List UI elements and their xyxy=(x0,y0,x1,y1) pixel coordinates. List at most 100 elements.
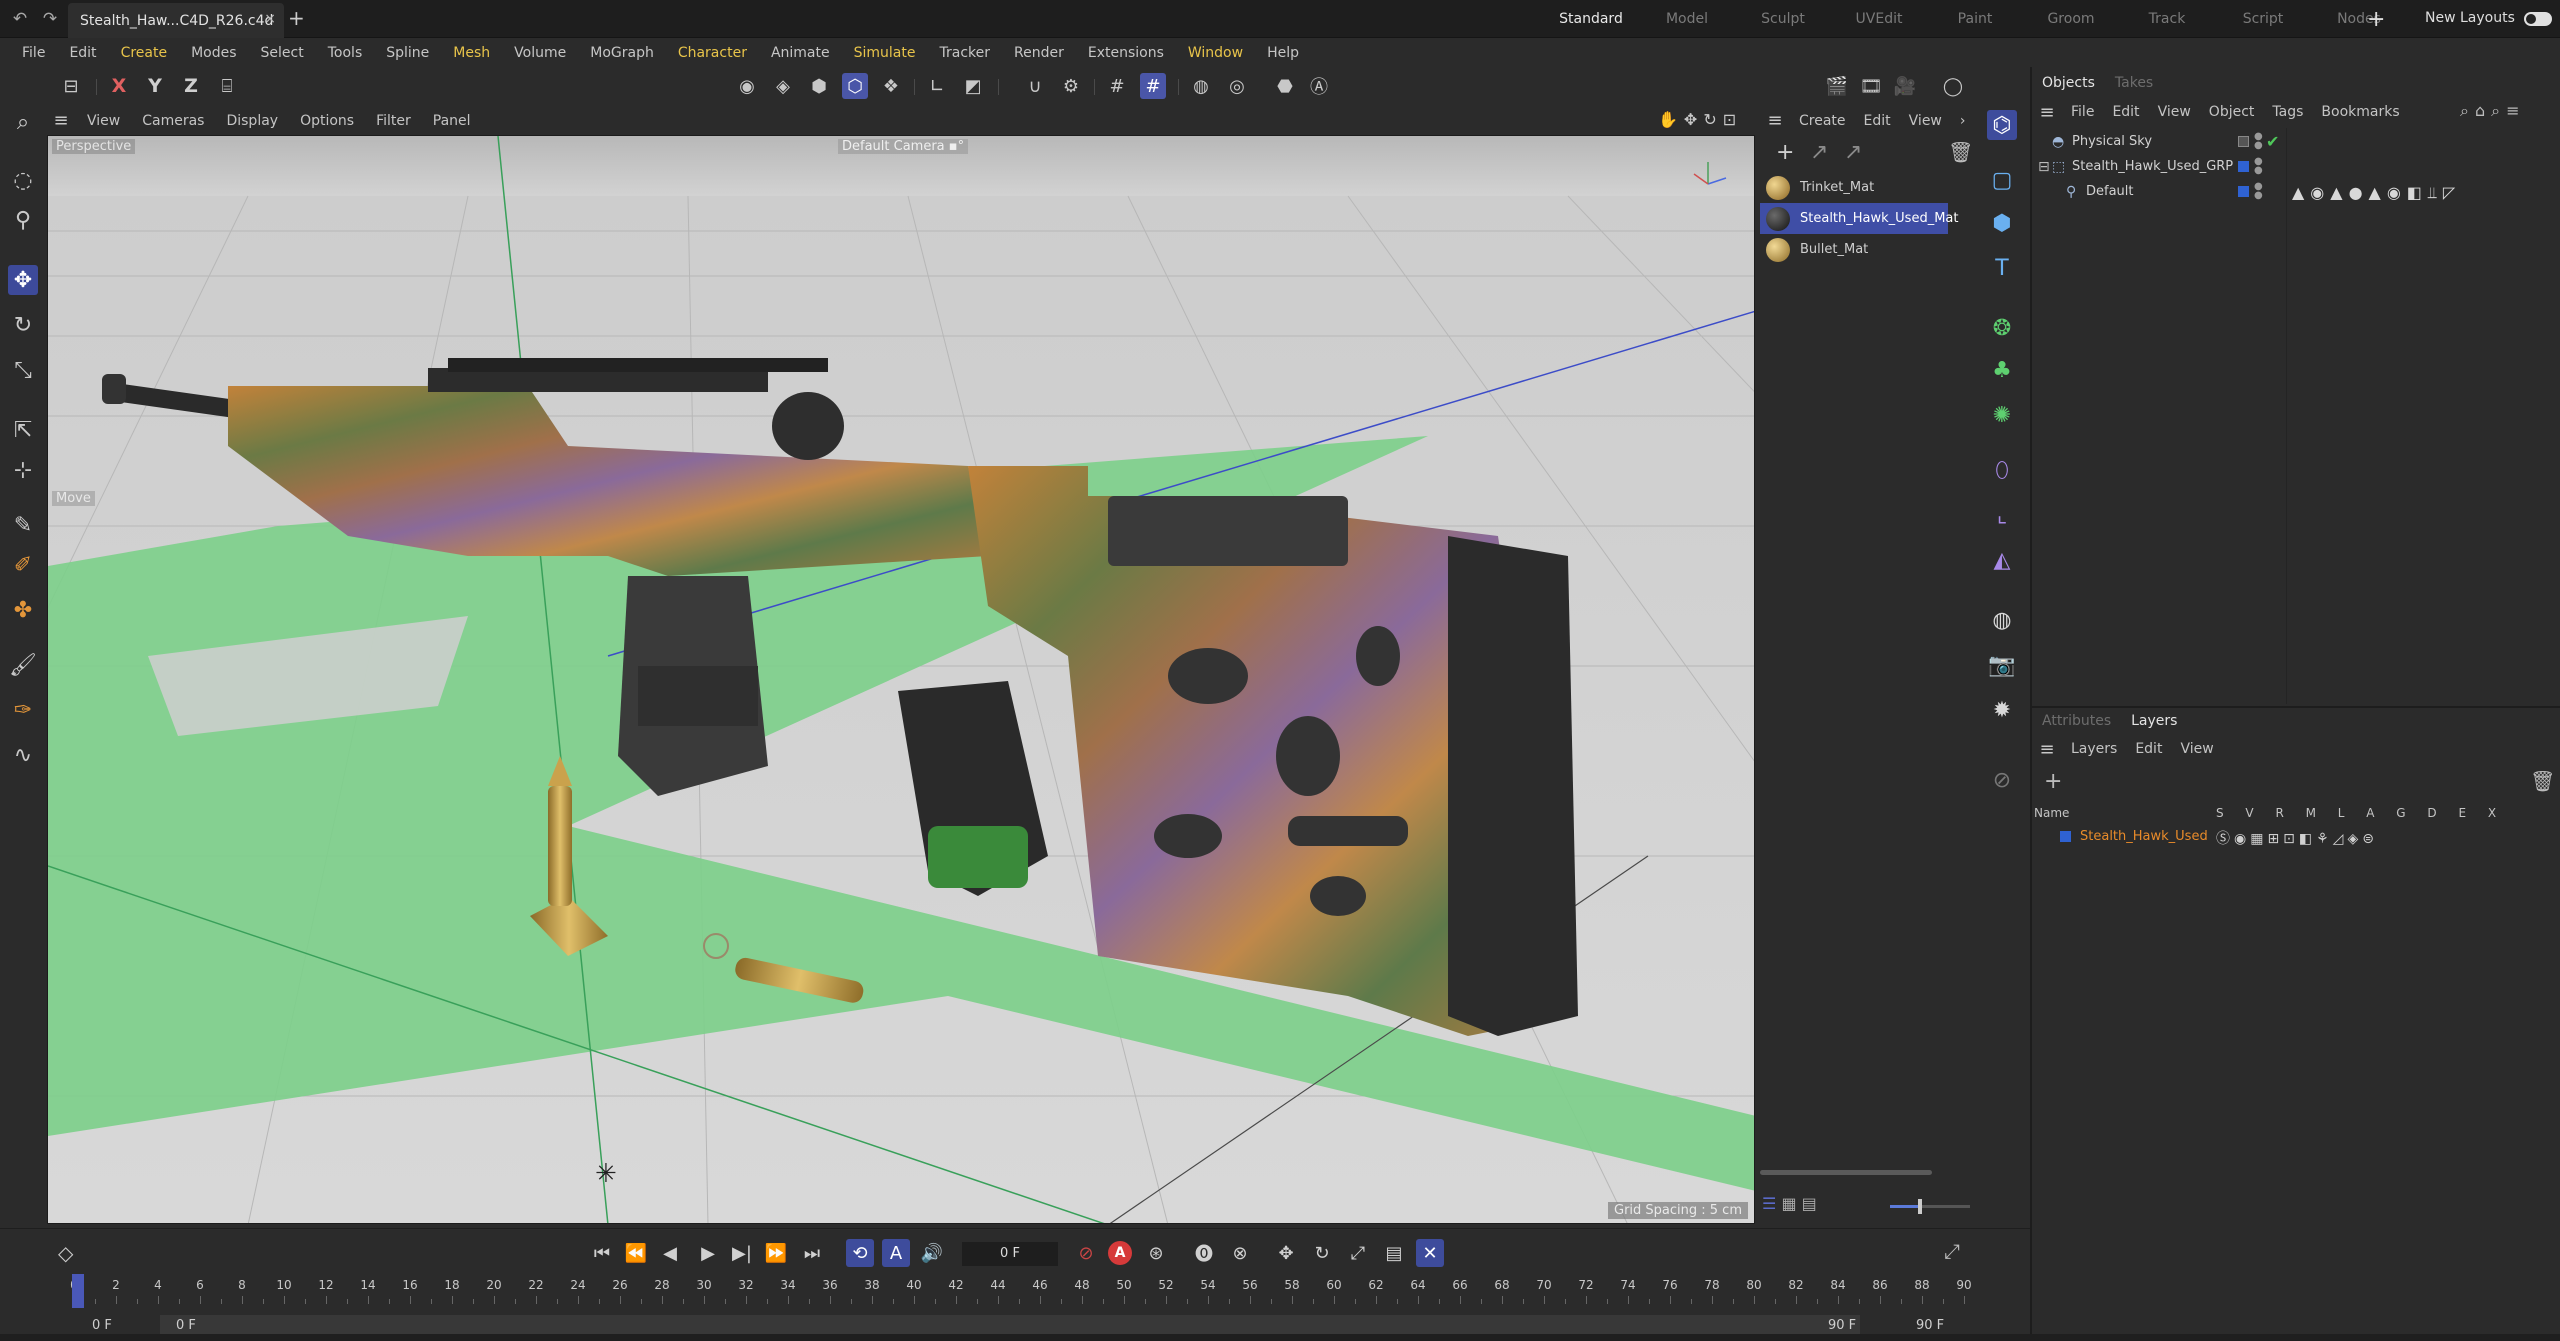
trash-icon[interactable]: 🗑 xyxy=(1948,140,1973,164)
next-key-icon[interactable]: ⏩ xyxy=(762,1239,790,1267)
material-menu-view[interactable]: View xyxy=(1900,113,1951,129)
visibility-dots[interactable]: ● ● xyxy=(2254,182,2263,201)
workplane-icon[interactable]: # xyxy=(1104,73,1130,99)
transform-tool-icon[interactable]: ⇱ xyxy=(8,415,38,445)
text-spline-icon[interactable]: T xyxy=(1987,253,2017,283)
grid-snap-icon[interactable]: # xyxy=(1140,73,1166,99)
object-menu-tags[interactable]: Tags xyxy=(2263,104,2312,120)
lasso-tool-icon[interactable]: ⌬ xyxy=(1987,110,2017,140)
polygons-mode-icon[interactable]: ⬢ xyxy=(806,73,832,99)
tab-attributes[interactable]: Attributes xyxy=(2032,708,2121,734)
previous-key-icon[interactable]: ⏪ xyxy=(622,1239,650,1267)
spline-smooth-icon[interactable]: ∿ xyxy=(8,740,38,770)
uv-mode-icon[interactable]: ❖ xyxy=(878,73,904,99)
layout-model[interactable]: Model xyxy=(1639,0,1735,38)
snap-icon[interactable]: ∪ xyxy=(1022,73,1048,99)
cube-outline-icon[interactable]: ▢ xyxy=(1987,165,2017,195)
document-tab[interactable]: Stealth_Haw...C4D_R26.c4d × xyxy=(68,3,284,38)
menu-tracker[interactable]: Tracker xyxy=(927,39,1002,67)
object-row-stealth-hawk-grp[interactable]: ⊟ ⬚ Stealth_Hawk_Used_GRP ● ● xyxy=(2032,155,2560,179)
layer-menu-layers[interactable]: Layers xyxy=(2062,741,2126,757)
viewport-menu-icon[interactable]: ≡ xyxy=(46,110,76,131)
add-layer-icon[interactable]: + xyxy=(2044,769,2062,794)
layer-menu-view[interactable]: View xyxy=(2171,741,2222,757)
light-icon[interactable]: ✹ xyxy=(1987,695,2017,725)
solo-settings-icon[interactable]: ◎ xyxy=(1224,73,1250,99)
rotate-tool-icon[interactable]: ↻ xyxy=(8,310,38,340)
object-column-divider[interactable] xyxy=(2286,128,2287,704)
key-param-icon[interactable]: ▤ xyxy=(1380,1239,1408,1267)
menu-mesh[interactable]: Mesh xyxy=(441,39,502,67)
snap-settings-icon[interactable]: ⚙ xyxy=(1058,73,1084,99)
tag-icon[interactable]: ⊘ xyxy=(1987,765,2017,795)
layer-row[interactable]: Stealth_Hawk_Used Ⓢ◉▦⊞⊡◧⚘◿◈⊜ xyxy=(2032,826,2560,848)
object-manager-search-icons[interactable]: ⌕⌂⌕≡ xyxy=(2460,101,2525,121)
tab-layers[interactable]: Layers xyxy=(2121,708,2187,734)
cloner-icon[interactable]: ♣ xyxy=(1987,355,2017,385)
object-mode-icon[interactable]: ⬡ xyxy=(842,73,868,99)
menu-window[interactable]: Window xyxy=(1176,39,1255,67)
knife-tool-icon[interactable]: ✑ xyxy=(8,695,38,725)
brush-tool-icon[interactable]: 🖌 xyxy=(8,650,38,680)
layout-groom[interactable]: Groom xyxy=(2023,0,2119,38)
scale-tool-icon[interactable]: ⤡ xyxy=(8,355,38,385)
3d-viewport[interactable]: ✳ Perspective Default Camera ▪° Move Gri… xyxy=(47,135,1755,1224)
layout-paint[interactable]: Paint xyxy=(1927,0,2023,38)
record-keys-icon[interactable]: ⊘ xyxy=(1072,1239,1100,1267)
new-layouts-toggle[interactable] xyxy=(2524,12,2552,26)
panel-divider[interactable] xyxy=(2030,67,2032,1341)
material-menu-create[interactable]: Create xyxy=(1790,113,1855,129)
material-size-slider[interactable] xyxy=(1890,1199,1970,1214)
material-item-selected[interactable]: Stealth_Hawk_Used_Mat xyxy=(1760,203,1958,234)
menu-create[interactable]: Create xyxy=(109,39,180,67)
sound-icon[interactable]: 🔊 xyxy=(918,1239,946,1267)
list-view-icon[interactable]: ☰ xyxy=(1762,1194,1776,1213)
current-frame-field[interactable]: 0 F xyxy=(962,1242,1058,1266)
sweep-icon[interactable]: ◭ xyxy=(1987,545,2017,575)
material-item[interactable]: Bullet_Mat xyxy=(1760,234,1950,265)
key-position-icon[interactable]: ⓿ xyxy=(1190,1239,1218,1267)
new-layouts-button[interactable]: New Layouts xyxy=(2425,10,2515,26)
menu-tools[interactable]: Tools xyxy=(316,39,375,67)
layer-menu-edit[interactable]: Edit xyxy=(2126,741,2171,757)
undo-icon[interactable]: ↶ xyxy=(10,9,30,29)
spline-sketch-icon[interactable]: ✐ xyxy=(8,550,38,580)
menu-render[interactable]: Render xyxy=(1002,39,1076,67)
object-menu-bookmarks[interactable]: Bookmarks xyxy=(2312,104,2408,120)
search-icon[interactable]: ⌕ xyxy=(8,107,38,137)
layer-color-box[interactable] xyxy=(2238,186,2249,197)
add-layout-icon[interactable]: + xyxy=(2367,7,2385,32)
spline-pen-icon[interactable]: ✎ xyxy=(8,510,38,540)
layer-color-box[interactable] xyxy=(2060,831,2071,842)
menu-modes[interactable]: Modes xyxy=(179,39,248,67)
viewport-menu-panel[interactable]: Panel xyxy=(422,113,482,129)
menu-mograph[interactable]: MoGraph xyxy=(578,39,666,67)
object-menu-object[interactable]: Object xyxy=(2200,104,2264,120)
y-axis-lock-button[interactable]: Y xyxy=(142,73,168,99)
object-row-physical-sky[interactable]: ◓ Physical Sky ● ● ✔ xyxy=(2032,130,2560,154)
timeline-playhead[interactable] xyxy=(72,1274,84,1308)
lod-icon[interactable]: Ⓐ xyxy=(1306,73,1332,99)
add-tab-icon[interactable]: + xyxy=(288,8,305,28)
points-mode-icon[interactable]: ◉ xyxy=(734,73,760,99)
interactive-render-icon[interactable]: ◯ xyxy=(1940,73,1966,99)
field-icon[interactable]: ⬯ xyxy=(1987,455,2017,485)
move-tool-icon[interactable]: ✥ xyxy=(8,265,38,295)
autokeying-icon[interactable]: A xyxy=(1108,1241,1132,1265)
select-tools-icon[interactable]: ⚲ xyxy=(8,205,38,235)
expand-icon[interactable]: ⊟ xyxy=(2038,159,2050,175)
enabled-check-icon[interactable]: ✔ xyxy=(2266,132,2279,151)
menu-volume[interactable]: Volume xyxy=(502,39,578,67)
menu-select[interactable]: Select xyxy=(249,39,316,67)
tweak-mode-icon[interactable]: ◩ xyxy=(960,73,986,99)
deformer-icon[interactable]: ✺ xyxy=(1987,400,2017,430)
menu-extensions[interactable]: Extensions xyxy=(1076,39,1176,67)
spline-booleans-icon[interactable]: ✤ xyxy=(8,595,38,625)
menu-edit[interactable]: Edit xyxy=(57,39,108,67)
cube-icon[interactable]: ⬢ xyxy=(1987,208,2017,238)
previous-frame-icon[interactable]: ◀ xyxy=(656,1239,684,1267)
viewport-solo-icon[interactable]: ⬣ xyxy=(1272,73,1298,99)
solo-icon[interactable]: ◍ xyxy=(1188,73,1214,99)
object-menu-file[interactable]: File xyxy=(2062,104,2103,120)
layer-menu-icon[interactable]: ≡ xyxy=(2032,739,2062,760)
